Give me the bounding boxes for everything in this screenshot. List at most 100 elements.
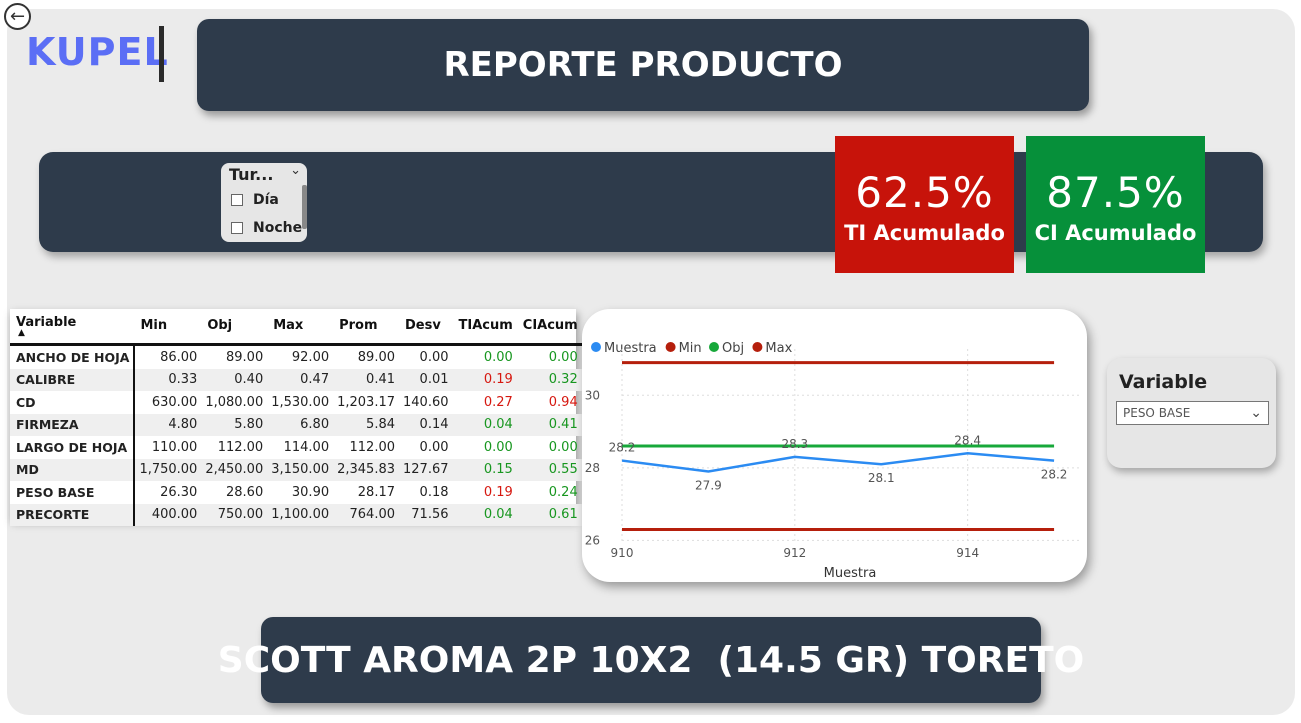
sort-ascending-icon[interactable]: ▲ — [18, 328, 130, 337]
column-header-prom[interactable]: Prom — [333, 309, 399, 346]
slicer-scrollbar[interactable] — [302, 185, 307, 229]
turno-slicer[interactable]: Tur... ⌄ Día Noche — [221, 163, 307, 242]
x-tick-label: 912 — [783, 546, 806, 560]
data-label: 27.9 — [695, 478, 722, 492]
table-header-row: Variable ▲ Min Obj Max Prom Desv TIAcum C… — [10, 309, 582, 346]
variable-dropdown-value: PESO BASE — [1123, 406, 1191, 420]
table-cell-obj: 750.00 — [201, 503, 268, 526]
table-cell-prom: 1,203.17 — [337, 394, 395, 410]
table-cell-ciacum: 0.94 — [548, 394, 578, 410]
data-label: 28.2 — [1041, 468, 1068, 482]
table-cell-tiacum: 0.04 — [452, 503, 517, 526]
table-cell-ciacum: 0.61 — [516, 503, 582, 526]
data-label: 28.4 — [954, 433, 981, 447]
table-row: MD 1,750.00 2,450.00 3,150.00 2,345.83 127.67… — [10, 458, 582, 481]
table-cell-min: 110.00 — [151, 439, 198, 455]
table-cell-max: 1,530.00 — [271, 394, 330, 410]
variable-name-cell: CD — [10, 391, 136, 414]
table-cell-ciacum: 0.00 — [548, 439, 578, 455]
variables-table: Variable ▲ Min Obj Max Prom Desv TIAcum C… — [10, 309, 582, 526]
table-cell-max: 30.90 — [291, 484, 330, 500]
muestra-line-chart: Muestra Min Obj Max 26 28 30 910 912 914 Muestra 28… — [582, 309, 1087, 582]
chevron-down-icon[interactable]: ⌄ — [290, 163, 301, 178]
table-cell-ciacum: 0.41 — [516, 413, 582, 436]
checkbox[interactable] — [231, 194, 243, 206]
column-header-tiacum[interactable]: TIAcum — [452, 309, 517, 346]
variable-name-cell: PESO BASE — [10, 481, 136, 504]
column-header-obj[interactable]: Obj — [201, 309, 268, 346]
table-cell-desv: 71.56 — [399, 503, 453, 526]
turno-option-noche[interactable]: Noche — [231, 220, 302, 236]
table-cell-desv: 0.00 — [419, 349, 449, 365]
table-cell-obj: 28.60 — [226, 484, 264, 500]
table-cell-prom: 5.84 — [333, 413, 399, 436]
column-header-max[interactable]: Max — [267, 309, 334, 346]
table-cell-tiacum: 0.00 — [483, 349, 513, 365]
table-cell-prom: 764.00 — [333, 503, 399, 526]
data-label: 28.3 — [781, 437, 808, 451]
table-cell-desv: 140.60 — [403, 394, 449, 410]
data-label: 28.2 — [609, 441, 636, 455]
table-cell-ciacum: 0.55 — [516, 458, 582, 481]
table-row: PRECORTE 400.00 750.00 1,100.00 764.00 71.56 0… — [10, 503, 582, 526]
x-tick-label: 914 — [956, 546, 979, 560]
turno-slicer-title: Tur... — [229, 165, 274, 184]
variable-name-cell: FIRMEZA — [10, 413, 136, 436]
table-cell-max: 1,100.00 — [267, 503, 334, 526]
legend-marker — [591, 342, 601, 352]
table-cell-max: 114.00 — [283, 439, 330, 455]
table-cell-tiacum: 0.00 — [483, 439, 513, 455]
turno-option-label: Noche — [253, 220, 303, 236]
turno-option-dia[interactable]: Día — [231, 192, 279, 208]
table-cell-prom: 0.41 — [333, 368, 399, 391]
legend-label: Muestra — [604, 341, 657, 356]
table-cell-prom: 112.00 — [349, 439, 396, 455]
column-header-variable[interactable]: Variable ▲ — [10, 309, 135, 346]
table-cell-obj: 5.80 — [201, 413, 268, 436]
table-cell-ciacum: 0.32 — [516, 368, 582, 391]
column-header-desv[interactable]: Desv — [399, 309, 453, 346]
table-cell-tiacum: 0.04 — [452, 413, 517, 436]
data-label: 28.1 — [868, 471, 895, 485]
table-cell-max: 92.00 — [291, 349, 330, 365]
table-cell-prom: 2,345.83 — [333, 458, 399, 481]
y-tick-label: 30 — [585, 388, 600, 402]
table-cell-min: 1,750.00 — [134, 458, 202, 481]
table-cell-desv: 127.67 — [399, 458, 453, 481]
table-cell-min: 26.30 — [160, 484, 198, 500]
column-header-min[interactable]: Min — [134, 309, 202, 346]
legend-label: Obj — [722, 341, 744, 356]
table-cell-max: 0.47 — [267, 368, 334, 391]
table-cell-desv: 0.01 — [399, 368, 453, 391]
chevron-down-icon[interactable]: ⌄ — [1250, 405, 1262, 421]
table-cell-ciacum: 0.00 — [548, 349, 578, 365]
table-row: CALIBRE 0.33 0.40 0.47 0.41 0.01 0.19 0.32 — [10, 368, 582, 391]
table-cell-obj: 89.00 — [226, 349, 264, 365]
table-cell-prom: 28.17 — [357, 484, 395, 500]
table-cell-prom: 89.00 — [357, 349, 395, 365]
turno-option-label: Día — [253, 192, 279, 208]
company-logo: KUPEL — [26, 30, 169, 74]
table-cell-max: 6.80 — [267, 413, 334, 436]
table-cell-min: 4.80 — [134, 413, 202, 436]
variable-name-cell: ANCHO DE HOJA — [10, 344, 136, 369]
table-cell-obj: 1,080.00 — [205, 394, 264, 410]
variable-name-cell: LARGO DE HOJA — [10, 436, 136, 459]
checkbox[interactable] — [231, 222, 243, 234]
table-cell-obj: 112.00 — [217, 439, 264, 455]
legend-marker — [752, 342, 763, 352]
variable-dropdown[interactable]: PESO BASE ⌄ — [1116, 401, 1269, 425]
table-cell-min: 400.00 — [134, 503, 202, 526]
variable-name-cell: CALIBRE — [10, 368, 136, 391]
column-header-ciacum[interactable]: CIAcum — [516, 309, 582, 346]
table-row: PESO BASE 26.30 28.60 30.90 28.17 0.18 0.19 0.2… — [10, 481, 582, 504]
table-cell-desv: 0.00 — [419, 439, 449, 455]
page-title: REPORTE PRODUCTO — [197, 19, 1089, 111]
variable-slicer-title: Variable — [1119, 371, 1208, 393]
back-arrow-icon[interactable]: ← — [4, 3, 31, 30]
series-line-muestra — [621, 452, 1055, 473]
legend-label: Min — [679, 341, 702, 356]
line-chart-svg: Muestra Min Obj Max 26 28 30 910 912 914 Muestra 28… — [585, 341, 1080, 581]
ti-acumulado-label: TI Acumulado — [844, 221, 1005, 245]
y-tick-label: 26 — [585, 533, 600, 547]
